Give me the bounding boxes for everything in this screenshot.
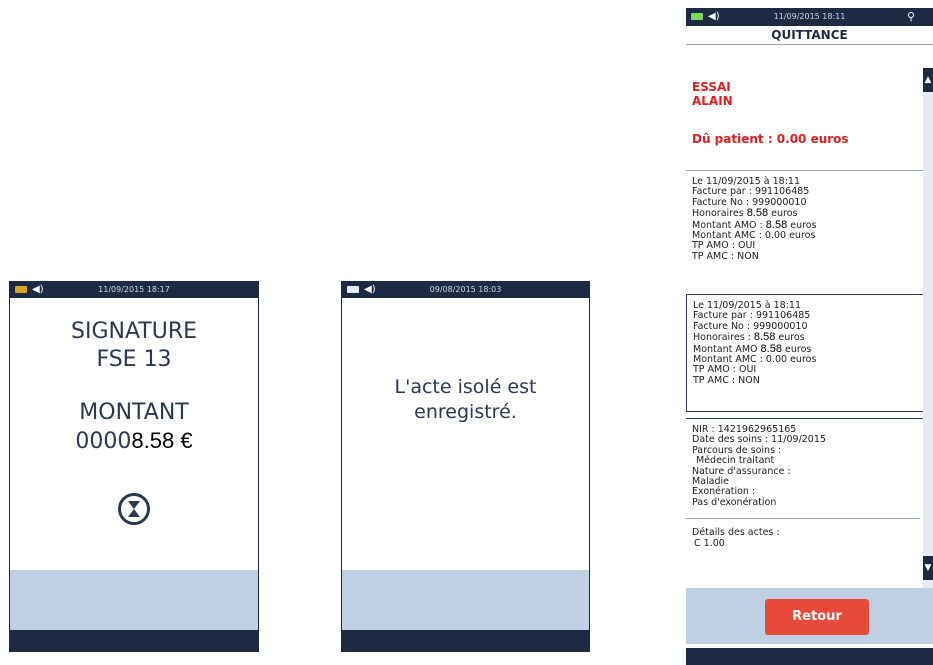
amo-unit: euros (785, 343, 812, 355)
bottom-bar (342, 630, 589, 651)
signature-screen: ◀) 11/09/2015 18:17 SIGNATURE FSE 13 MON… (9, 281, 259, 652)
invoice-facture-no: Facture No : 999000010 (692, 196, 807, 208)
message-line-2: enregistré. (414, 401, 517, 423)
quittance-screen: ◀) 11/09/2015 18:11 ⚲ QUITTANCE ESSAI AL… (686, 8, 933, 665)
details-exoneration-value: Pas d'exonération (692, 496, 777, 508)
details-actes-label: Détails des actes : (692, 527, 780, 539)
invoice-block-2[interactable]: Le 11/09/2015 à 18:11 Facture par : 9911… (686, 294, 926, 412)
status-bar: ◀) 11/09/2015 18:11 ⚲ (686, 8, 933, 26)
bottom-bar (686, 648, 933, 665)
title-line-2: FSE 13 (96, 347, 172, 372)
status-datetime: 11/09/2015 18:17 (98, 285, 170, 294)
amo-label: Montant AMO : (692, 219, 763, 231)
message-line-1: L'acte isolé est (394, 376, 537, 398)
hourglass-icon (118, 493, 150, 525)
status-datetime: 11/09/2015 18:11 (773, 12, 846, 21)
divider (686, 518, 920, 519)
montant-amount: 00008.58 € (10, 427, 258, 456)
scroll-up-icon[interactable]: ▲ (923, 68, 933, 92)
invoice-honoraires: Honoraires 8.58 euros (692, 208, 926, 219)
care-details-block: NIR : 1421962965165 Date des soins : 11/… (686, 418, 926, 549)
amo-label: Montant AMO (693, 343, 758, 355)
page-title: QUITTANCE (686, 26, 933, 45)
amo-value: 8.58 (760, 342, 782, 355)
montant-prefix: 0000 (75, 429, 132, 454)
patient-firstname: ALAIN (692, 94, 733, 108)
usb-icon: ⚲ (906, 10, 915, 23)
bottom-band (342, 570, 589, 632)
honoraires-value: 8.58 (746, 207, 769, 220)
patient-name: ESSAI ALAIN (692, 80, 733, 108)
confirmation-message: L'acte isolé est enregistré. (342, 375, 589, 425)
status-bar: ◀) 09/08/2015 18:03 (342, 282, 589, 298)
honoraires-label: Honoraires (692, 208, 744, 220)
invoice-tp-amc: TP AMC : NON (693, 374, 760, 386)
honoraires-unit: euros (778, 332, 805, 344)
retour-button[interactable]: Retour (765, 599, 869, 635)
bottom-bar (10, 630, 258, 651)
scrollbar-track[interactable] (923, 68, 933, 588)
honoraires-label: Honoraires : (693, 332, 751, 344)
montant-value: 8.58 € (131, 428, 193, 453)
status-datetime: 09/08/2015 18:03 (429, 285, 502, 294)
confirmation-screen: ◀) 09/08/2015 18:03 L'acte isolé est enr… (341, 281, 590, 652)
montant-label: MONTANT (79, 400, 189, 425)
bottom-band (10, 570, 258, 632)
details-actes-value: C 1.00 (694, 537, 725, 549)
amo-unit: euros (790, 219, 817, 231)
status-bar: ◀) 11/09/2015 18:17 (10, 282, 258, 298)
invoice-facture-no: Facture No : 999000010 (693, 320, 808, 332)
amo-value: 8.58 (765, 218, 788, 231)
honoraires-unit: euros (771, 208, 798, 220)
signature-title: SIGNATURE FSE 13 (10, 318, 258, 374)
title-line-1: SIGNATURE (70, 319, 198, 344)
scroll-down-icon[interactable]: ▼ (923, 556, 933, 580)
invoice-honoraires: Honoraires : 8.58 euros (693, 332, 926, 343)
patient-due: Dû patient : 0.00 euros (692, 132, 849, 146)
patient-lastname: ESSAI (692, 80, 731, 94)
honoraires-value: 8.58 (753, 331, 776, 344)
invoice-tp-amc: TP AMC : NON (692, 250, 759, 262)
invoice-block-1: Le 11/09/2015 à 18:11 Facture par : 9911… (686, 170, 926, 282)
